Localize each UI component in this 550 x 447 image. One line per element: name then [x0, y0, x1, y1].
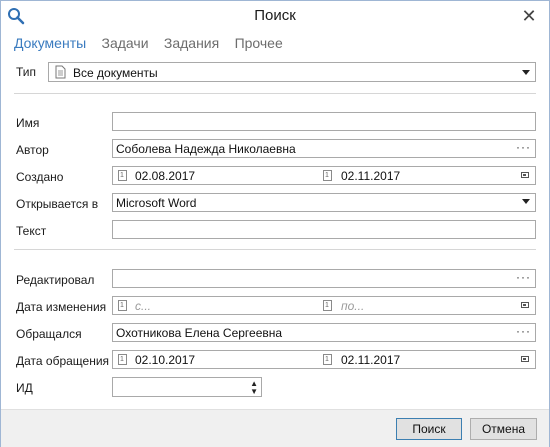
divider — [14, 249, 536, 250]
accessed-by-value: Охотникова Елена Сергеевна — [116, 326, 283, 340]
text-label: Текст — [16, 224, 47, 238]
tab-bar: Документы Задачи Задания Прочее — [14, 35, 295, 55]
accessed-to[interactable]: 02.11.2017 — [341, 353, 400, 367]
calendar-icon[interactable]: 1 — [323, 300, 332, 311]
created-label: Создано — [16, 170, 64, 184]
ellipsis-icon[interactable]: ··· — [516, 324, 531, 338]
close-icon: ✕ — [521, 6, 537, 26]
calendar-icon[interactable]: 1 — [323, 170, 332, 181]
name-input[interactable] — [112, 112, 536, 131]
author-label: Автор — [16, 143, 49, 157]
accessed-by-label: Обращался — [16, 327, 82, 341]
tab-documents[interactable]: Документы — [14, 35, 86, 51]
name-label: Имя — [16, 116, 40, 130]
calendar-icon[interactable]: 1 — [118, 170, 127, 181]
title-bar: Поиск ✕ — [1, 1, 549, 31]
ellipsis-icon[interactable]: ··· — [516, 140, 531, 154]
tab-assignments[interactable]: Задания — [164, 35, 219, 51]
opens-in-label: Открывается в — [16, 197, 99, 211]
author-field[interactable]: Соболева Надежда Николаевна ··· — [112, 139, 536, 158]
tab-other[interactable]: Прочее — [235, 35, 283, 51]
created-from[interactable]: 02.08.2017 — [135, 169, 195, 183]
modified-from[interactable]: с... — [135, 299, 151, 313]
spin-down-icon[interactable]: ▼ — [250, 388, 258, 396]
document-icon — [55, 65, 66, 79]
close-button[interactable]: ✕ — [517, 4, 541, 28]
accessed-date-label: Дата обращения — [16, 354, 110, 368]
time-toggle-icon[interactable] — [521, 172, 529, 178]
edited-by-field[interactable]: ··· — [112, 269, 536, 288]
time-toggle-icon[interactable] — [521, 356, 529, 362]
modified-label: Дата изменения — [16, 300, 107, 314]
author-value: Соболева Надежда Николаевна — [116, 142, 296, 156]
edited-by-label: Редактировал — [16, 273, 95, 287]
chevron-down-icon — [522, 199, 530, 204]
id-stepper[interactable]: ▲ ▼ — [112, 377, 262, 397]
calendar-icon[interactable]: 1 — [323, 354, 332, 365]
accessed-range: 1 02.10.2017 1 02.11.2017 — [112, 350, 536, 369]
id-label: ИД — [16, 381, 33, 395]
tab-tasks[interactable]: Задачи — [102, 35, 149, 51]
divider — [14, 93, 536, 94]
dialog-title: Поиск — [254, 7, 296, 24]
dialog-footer: Поиск Отмена — [1, 409, 549, 447]
cancel-button[interactable]: Отмена — [470, 418, 537, 440]
calendar-icon[interactable]: 1 — [118, 354, 127, 365]
accessed-by-field[interactable]: Охотникова Елена Сергеевна ··· — [112, 323, 536, 342]
search-dialog: Поиск ✕ Документы Задачи Задания Прочее … — [0, 0, 550, 447]
calendar-icon[interactable]: 1 — [118, 300, 127, 311]
modified-range: 1 с... 1 по... — [112, 296, 536, 315]
search-button[interactable]: Поиск — [396, 418, 462, 440]
type-label: Тип — [16, 65, 37, 79]
text-input[interactable] — [112, 220, 536, 239]
opens-in-value: Microsoft Word — [116, 196, 197, 210]
ellipsis-icon[interactable]: ··· — [516, 270, 531, 284]
time-toggle-icon[interactable] — [521, 302, 529, 308]
modified-to[interactable]: по... — [341, 299, 364, 313]
spin-up-icon[interactable]: ▲ — [250, 380, 258, 388]
accessed-from[interactable]: 02.10.2017 — [135, 353, 195, 367]
chevron-down-icon — [522, 70, 530, 75]
type-value: Все документы — [73, 66, 158, 80]
type-select[interactable]: Все документы — [48, 62, 536, 82]
opens-in-select[interactable]: Microsoft Word — [112, 193, 536, 212]
created-to[interactable]: 02.11.2017 — [341, 169, 400, 183]
created-range: 1 02.08.2017 1 02.11.2017 — [112, 166, 536, 185]
